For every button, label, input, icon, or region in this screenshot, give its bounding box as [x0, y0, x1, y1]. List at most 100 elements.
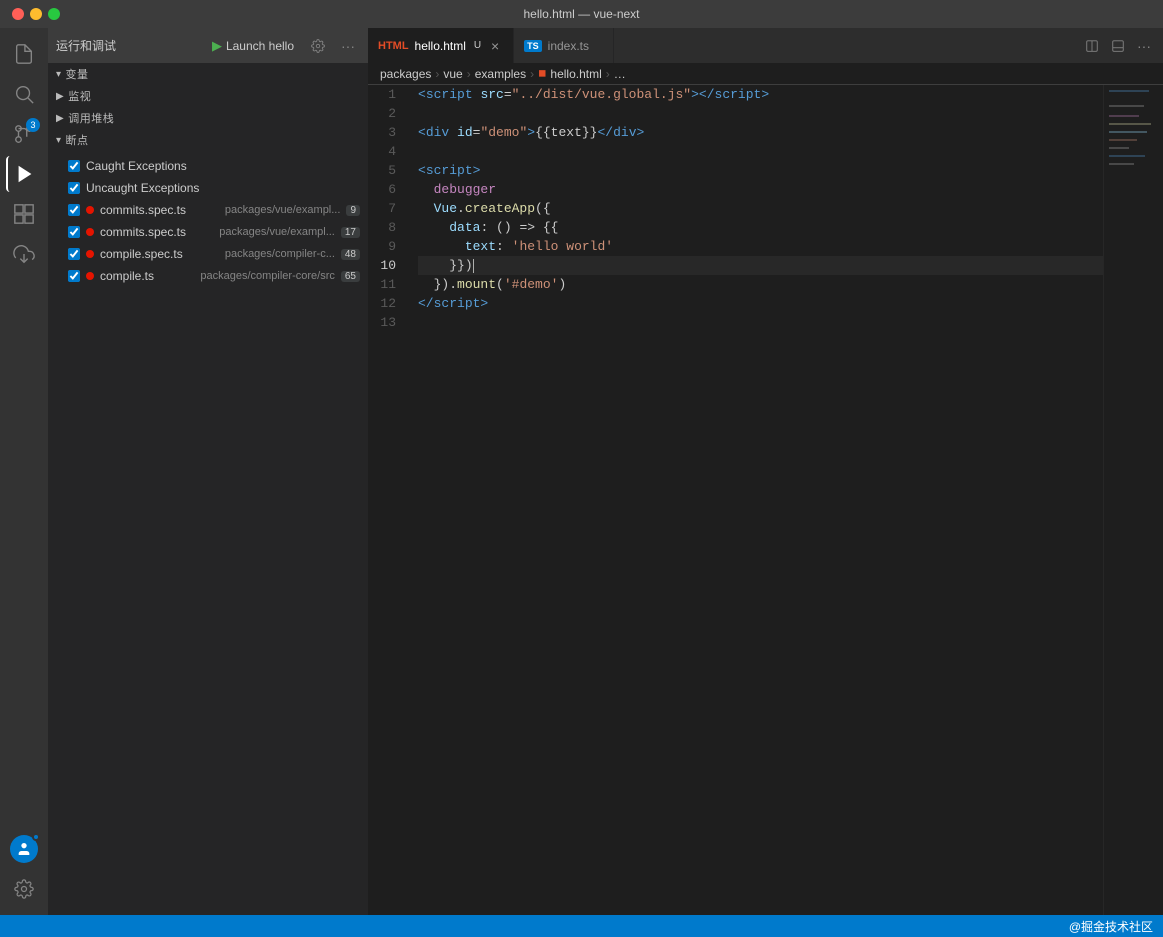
- bp-dot-1: [86, 228, 94, 236]
- window-title: hello.html — vue-next: [523, 7, 639, 21]
- activity-item-run[interactable]: [6, 156, 42, 192]
- maximize-button[interactable]: [48, 8, 60, 20]
- tab-hello-html[interactable]: HTML hello.html U ×: [368, 28, 514, 63]
- tab-index-ts[interactable]: TS index.ts: [514, 28, 614, 63]
- code-line-2: [418, 104, 1103, 123]
- token: "demo": [480, 123, 527, 142]
- bp-filename-3: compile.ts: [100, 269, 154, 283]
- breakpoints-section-header[interactable]: ▾ 断点: [48, 129, 368, 151]
- code-line-1: <script src="../dist/vue.global.js"></sc…: [418, 85, 1103, 104]
- breadcrumb-hello-html[interactable]: hello.html: [550, 67, 601, 81]
- gear-icon: [311, 39, 325, 53]
- token: script: [715, 85, 762, 104]
- more-actions-button[interactable]: ···: [1133, 35, 1155, 57]
- breadcrumb-sep-3: ›: [530, 67, 534, 81]
- code-line-7: Vue.createApp({: [418, 199, 1103, 218]
- breakpoint-item-uncaught[interactable]: Uncaught Exceptions: [48, 177, 368, 199]
- debug-config-button[interactable]: [306, 34, 330, 58]
- code-line-3: <div id="demo">{{text}}</div>: [418, 123, 1103, 142]
- account-icon: [16, 841, 32, 857]
- token: script: [426, 161, 473, 180]
- token: :: [496, 237, 512, 256]
- activity-item-account[interactable]: [6, 831, 42, 867]
- token: [449, 237, 465, 256]
- window-controls[interactable]: [12, 8, 60, 20]
- settings-icon: [14, 879, 34, 899]
- activity-item-source-control[interactable]: 3: [6, 116, 42, 152]
- bp-checkbox-2[interactable]: [68, 248, 80, 260]
- panel-icon: [1111, 39, 1125, 53]
- debug-more-button[interactable]: ···: [336, 34, 360, 58]
- variables-section-header[interactable]: ▾ 变量: [48, 63, 368, 85]
- bp-count-2: 48: [341, 249, 360, 260]
- watch-section-header[interactable]: ▶ 监视: [48, 85, 368, 107]
- callstack-section-header[interactable]: ▶ 调用堆栈: [48, 107, 368, 129]
- token: div: [426, 123, 449, 142]
- split-editor-button[interactable]: [1081, 35, 1103, 57]
- caught-exceptions-checkbox[interactable]: [68, 160, 80, 172]
- text-cursor: [473, 259, 474, 273]
- activity-item-search[interactable]: [6, 76, 42, 112]
- activity-item-extensions[interactable]: [6, 196, 42, 232]
- breakpoint-item-2[interactable]: compile.spec.ts packages/compiler-c... 4…: [48, 243, 368, 265]
- bp-dot-0: [86, 206, 94, 214]
- line-num-3: 3: [368, 123, 406, 142]
- breakpoint-item-1[interactable]: commits.spec.ts packages/vue/exampl... 1…: [48, 221, 368, 243]
- token: [418, 218, 449, 237]
- token: </: [418, 294, 434, 313]
- token: div: [613, 123, 636, 142]
- statusbar-right-text: @掘金技术社区: [1069, 918, 1153, 935]
- breadcrumb-ellipsis[interactable]: …: [614, 67, 626, 81]
- play-icon: ▶: [212, 38, 222, 54]
- editor-area: HTML hello.html U × TS index.ts: [368, 28, 1163, 915]
- bp-checkbox-3[interactable]: [68, 270, 80, 282]
- bp-checkbox-0[interactable]: [68, 204, 80, 216]
- line-num-8: 8: [368, 218, 406, 237]
- breakpoint-item-3[interactable]: compile.ts packages/compiler-core/src 65: [48, 265, 368, 287]
- token: script: [426, 85, 473, 104]
- line-num-4: 4: [368, 142, 406, 161]
- token: }: [457, 256, 465, 275]
- breadcrumb-sep-4: ›: [606, 67, 610, 81]
- uncaught-exceptions-checkbox[interactable]: [68, 182, 80, 194]
- variables-arrow: ▾: [56, 69, 62, 80]
- line-num-2: 2: [368, 104, 406, 123]
- token: '#demo': [504, 275, 559, 294]
- tab-close-hello-html[interactable]: ×: [487, 38, 503, 54]
- tab-unsaved-indicator: U: [474, 40, 481, 51]
- code-line-8: data: () => {{: [418, 218, 1103, 237]
- line-num-9: 9: [368, 237, 406, 256]
- bp-checkbox-1[interactable]: [68, 226, 80, 238]
- token: "../dist/vue.global.js": [512, 85, 691, 104]
- search-icon: [13, 83, 35, 105]
- activity-item-remote[interactable]: [6, 236, 42, 272]
- token: [449, 123, 457, 142]
- account-avatar: [10, 835, 38, 863]
- breadcrumb: packages › vue › examples › ◼ hello.html…: [368, 63, 1163, 85]
- code-editor[interactable]: 1 2 3 4 5 6 7 8 9 10 11 12 13 <script sr…: [368, 85, 1163, 915]
- close-button[interactable]: [12, 8, 24, 20]
- token: 'hello world': [512, 237, 613, 256]
- left-panel: 运行和调试 ▶ Launch hello ··· ▾ 变量 ▶: [48, 28, 368, 915]
- breadcrumb-examples[interactable]: examples: [475, 67, 526, 81]
- activity-item-settings[interactable]: [6, 871, 42, 907]
- bp-count-3: 65: [341, 271, 360, 282]
- debug-content: ▾ 变量 ▶ 监视 ▶ 调用堆栈 ▾ 断点 Ca: [48, 63, 368, 915]
- split-icon: [1085, 39, 1099, 53]
- breakpoint-item-caught[interactable]: Caught Exceptions: [48, 155, 368, 177]
- breadcrumb-vue[interactable]: vue: [443, 67, 462, 81]
- token: >: [637, 123, 645, 142]
- line-numbers: 1 2 3 4 5 6 7 8 9 10 11 12 13: [368, 85, 418, 915]
- launch-button[interactable]: ▶ Launch hello: [206, 36, 300, 56]
- breakpoint-item-0[interactable]: commits.spec.ts packages/vue/exampl... 9: [48, 199, 368, 221]
- token: script: [434, 294, 481, 313]
- code-lines: <script src="../dist/vue.global.js"></sc…: [418, 85, 1103, 915]
- breadcrumb-packages[interactable]: packages: [380, 67, 431, 81]
- activity-item-explorer[interactable]: [6, 36, 42, 72]
- breadcrumb-sep-2: ›: [467, 67, 471, 81]
- token: {: [543, 218, 551, 237]
- minimize-button[interactable]: [30, 8, 42, 20]
- line-num-10: 10: [368, 256, 406, 275]
- breakpoints-label: 断点: [66, 132, 89, 148]
- toggle-panel-button[interactable]: [1107, 35, 1129, 57]
